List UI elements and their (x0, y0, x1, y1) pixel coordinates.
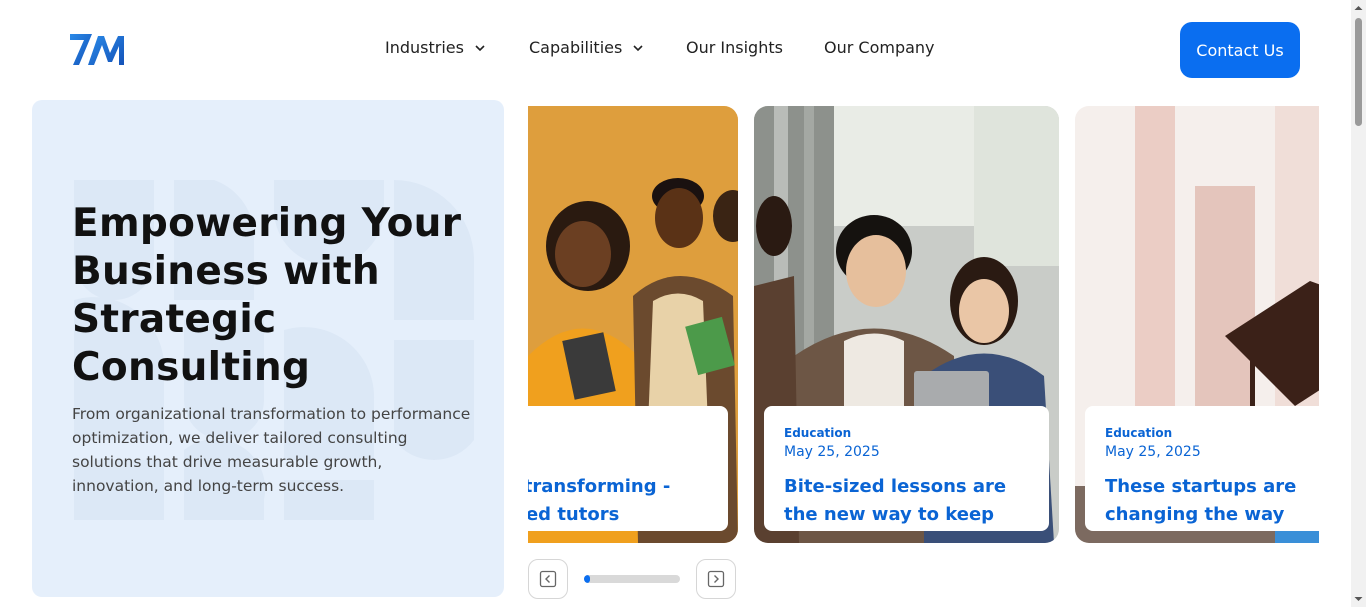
insight-card[interactable]: Education May 25, 2025 Bite-sized lesson… (754, 106, 1059, 543)
card-text-panel: Education May 25, 2025 Bite-sized lesson… (764, 406, 1049, 533)
carousel-prev-button[interactable] (528, 559, 568, 599)
chevron-down-icon (475, 44, 485, 51)
nav-industries-label: Industries (385, 38, 464, 57)
card-category: Education (1105, 426, 1173, 440)
scrollbar-thumb[interactable] (1355, 18, 1362, 126)
card-category: Education (784, 426, 852, 440)
card-date: May 25, 2025 (1105, 444, 1201, 460)
card-date: May 25, 2025 (784, 444, 880, 460)
card-title[interactable]: These startups are changing the way (1105, 473, 1319, 533)
insight-card[interactable]: Education May 25, 2025 These startups ar… (1075, 106, 1319, 543)
hero-subtitle: From organizational transformation to pe… (72, 405, 471, 495)
carousel-progress-fill (584, 575, 590, 583)
hero-title: Empowering Your Business with Strategic … (72, 201, 462, 390)
card-title[interactable]: Bite-sized lessons are the new way to ke… (784, 473, 1034, 533)
chevron-left-icon (539, 570, 557, 588)
page-scrollbar[interactable] (1351, 0, 1366, 607)
scroll-down-icon[interactable] (1351, 593, 1366, 605)
nav-capabilities-label: Capabilities (529, 38, 623, 57)
carousel-progress-track[interactable] (584, 575, 680, 583)
nav-our-insights[interactable]: Our Insights (686, 38, 783, 57)
chevron-down-icon (633, 44, 643, 51)
card-text-panel: 2025 ion is transforming -powered tutors (528, 406, 728, 531)
card-title[interactable]: ion is transforming -powered tutors (528, 473, 713, 533)
card-category (528, 424, 708, 442)
chevron-right-icon (707, 570, 725, 588)
carousel-next-button[interactable] (696, 559, 736, 599)
scroll-up-icon[interactable] (1351, 2, 1366, 14)
contact-us-button[interactable]: Contact Us (1180, 22, 1300, 78)
card-date: 2025 (528, 442, 708, 462)
hero-panel: Empowering Your Business with Strategic … (32, 100, 504, 597)
nav-our-company[interactable]: Our Company (824, 38, 935, 57)
nav-capabilities[interactable]: Capabilities (529, 38, 644, 57)
insight-card[interactable]: 2025 ion is transforming -powered tutors (528, 106, 738, 543)
tm-logo-icon[interactable] (68, 31, 126, 67)
nav-industries[interactable]: Industries (385, 38, 486, 57)
card-text-panel: Education May 25, 2025 These startups ar… (1085, 406, 1319, 531)
insights-carousel[interactable]: 2025 ion is transforming -powered tutors (528, 106, 1319, 544)
